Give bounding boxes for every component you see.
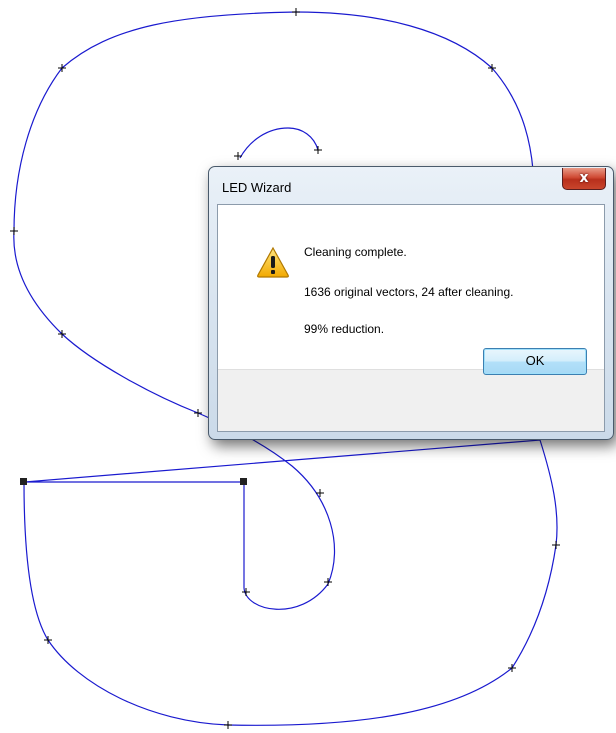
dialog-body: Cleaning complete. 1636 original vectors…: [217, 204, 605, 432]
warning-icon: [257, 246, 289, 278]
message-line-2: 1636 original vectors, 24 after cleaning…: [304, 285, 514, 299]
message-area: Cleaning complete. 1636 original vectors…: [218, 205, 604, 369]
dialog-titlebar[interactable]: LED Wizard x: [209, 167, 613, 203]
message-dialog: LED Wizard x Cleaning complete. 1636 ori…: [208, 166, 614, 440]
dialog-title: LED Wizard: [222, 180, 292, 195]
button-bar: [218, 369, 604, 431]
close-button[interactable]: x: [562, 168, 606, 190]
ok-button[interactable]: OK: [483, 348, 587, 375]
message-line-3: 99% reduction.: [304, 322, 385, 336]
message-line-1: Cleaning complete.: [304, 245, 407, 259]
